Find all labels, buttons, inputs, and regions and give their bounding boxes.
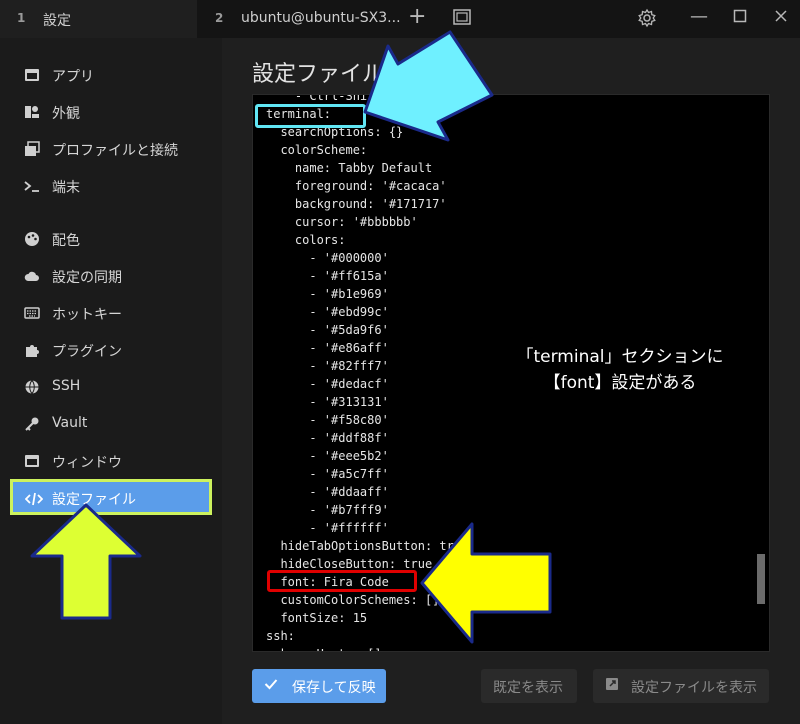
code-line: - '#313131': [266, 395, 389, 409]
tab-number: 2: [215, 11, 224, 25]
external-link-icon: [605, 677, 619, 695]
tab-title: ubuntu@ubuntu-SX3...: [241, 10, 401, 26]
code-line: - '#5da9f6': [266, 323, 389, 337]
tab-title: 設定: [43, 13, 71, 29]
code-line: foreground: '#cacaca': [266, 179, 447, 193]
window-icon[interactable]: [452, 8, 472, 31]
code-line: - '#dedacf': [266, 377, 389, 391]
sidebar-item-app[interactable]: アプリ: [14, 60, 210, 90]
code-line: colorScheme:: [266, 143, 368, 157]
code-icon: [24, 491, 44, 507]
sidebar-item-vault[interactable]: Vault: [14, 409, 210, 439]
sidebar-item-profiles[interactable]: プロファイルと接続: [14, 134, 210, 164]
code-line: - '#eee5b2': [266, 449, 389, 463]
code-line: - '#ff615a': [266, 269, 389, 283]
maximize-icon[interactable]: [733, 8, 747, 28]
tab-settings[interactable]: 1 設定: [0, 0, 197, 38]
sidebar-item-colors[interactable]: 配色: [14, 224, 210, 254]
globe-icon: [24, 379, 40, 395]
sidebar-item-label: プロファイルと接続: [52, 143, 178, 159]
code-line: hideTabOptionsButton: true: [266, 539, 469, 553]
editor-scrollbar[interactable]: [757, 554, 765, 604]
sidebar-item-label: 端末: [52, 180, 80, 196]
code-line: - '#b7fff9': [266, 503, 389, 517]
code-line: - '#f58c80': [266, 413, 389, 427]
sidebar-item-label: 配色: [52, 233, 80, 249]
code-line: - '#ddf88f': [266, 431, 389, 445]
app-window-icon: [24, 67, 40, 83]
sidebar-item-label: アプリ: [52, 69, 94, 85]
code-line: ssh:: [266, 629, 295, 643]
sidebar: アプリ 外観 プロファイルと接続 端末 配色 設定の同期 ホットキー プラグイン…: [0, 38, 222, 724]
font-setting-highlight: [267, 570, 417, 592]
sidebar-item-window[interactable]: ウィンドウ: [14, 446, 210, 476]
puzzle-icon: [24, 342, 40, 358]
sidebar-item-appearance[interactable]: 外観: [14, 97, 210, 127]
code-line: - '#e86aff': [266, 341, 389, 355]
close-icon[interactable]: [774, 8, 788, 28]
sidebar-item-label: SSH: [52, 378, 81, 394]
annotation-line: 【font】設定がある: [543, 373, 697, 393]
window-icon: [24, 453, 40, 469]
keyboard-icon: [24, 305, 40, 321]
code-line: colors:: [266, 233, 346, 247]
code-line: - '#000000': [266, 251, 389, 265]
terminal-section-highlight: [255, 104, 366, 128]
sidebar-item-config-file[interactable]: 設定ファイル: [10, 479, 212, 515]
code-line: fontSize: 15: [266, 611, 368, 625]
title-bar: 1 設定 2 ubuntu@ubuntu-SX3... + —: [0, 0, 800, 38]
tab-number: 1: [17, 11, 26, 25]
check-icon: [264, 677, 278, 695]
save-button-label: 保存して反映: [292, 680, 376, 696]
code-line: - '#b1e969': [266, 287, 389, 301]
code-line: - '#82fff7': [266, 359, 389, 373]
show-defaults-label: 既定を表示: [493, 680, 563, 696]
sidebar-item-label: ホットキー: [52, 307, 122, 323]
gear-icon[interactable]: [637, 8, 657, 33]
code-line: - '#a5c7ff': [266, 467, 389, 481]
terminal-prompt-icon: [24, 178, 40, 194]
tab-terminal[interactable]: 2 ubuntu@ubuntu-SX3...: [197, 0, 401, 38]
show-defaults-button[interactable]: 既定を表示: [481, 669, 577, 703]
code-line: cursor: '#bbbbbb': [266, 215, 418, 229]
palette-icon: [24, 231, 40, 247]
code-line: - '#ddaaff': [266, 485, 389, 499]
code-line: knownHosts: []: [266, 645, 468, 651]
sidebar-item-terminal[interactable]: 端末: [14, 171, 210, 201]
cloud-icon: [24, 268, 40, 284]
sidebar-item-label: Vault: [52, 415, 88, 431]
code-line: - '#ebd99c': [266, 305, 389, 319]
sidebar-item-label: ウィンドウ: [52, 455, 122, 471]
appearance-icon: [24, 104, 40, 120]
annotation-text: 「terminal」セクションに 【font】設定がある: [500, 344, 740, 396]
profiles-icon: [24, 141, 40, 157]
annotation-line: 「terminal」セクションに: [516, 347, 724, 367]
code-line: background: '#171717': [266, 197, 447, 211]
sidebar-item-hotkeys[interactable]: ホットキー: [14, 298, 210, 328]
code-line: customColorSchemes: []: [266, 593, 440, 607]
plus-icon[interactable]: +: [408, 6, 426, 28]
save-and-apply-button[interactable]: 保存して反映: [252, 669, 386, 703]
minimize-icon[interactable]: —: [690, 7, 708, 27]
sidebar-item-label: 設定の同期: [52, 270, 122, 286]
show-config-file-label: 設定ファイルを表示: [631, 680, 757, 696]
code-line: - '#ffffff': [266, 521, 389, 535]
sidebar-item-label: プラグイン: [52, 344, 122, 360]
page-title: 設定ファイル: [252, 62, 385, 87]
code-content[interactable]: - Ctrl-Shift terminal: searchOptions: {} …: [266, 95, 469, 651]
sidebar-item-ssh[interactable]: SSH: [14, 372, 210, 402]
sidebar-item-sync[interactable]: 設定の同期: [14, 261, 210, 291]
sidebar-item-plugins[interactable]: プラグイン: [14, 335, 210, 365]
code-line: name: Tabby Default: [266, 161, 433, 175]
sidebar-item-label: 外観: [52, 106, 80, 122]
sidebar-item-label: 設定ファイル: [52, 492, 136, 508]
key-icon: [24, 416, 40, 432]
show-config-file-button[interactable]: 設定ファイルを表示: [593, 669, 769, 703]
